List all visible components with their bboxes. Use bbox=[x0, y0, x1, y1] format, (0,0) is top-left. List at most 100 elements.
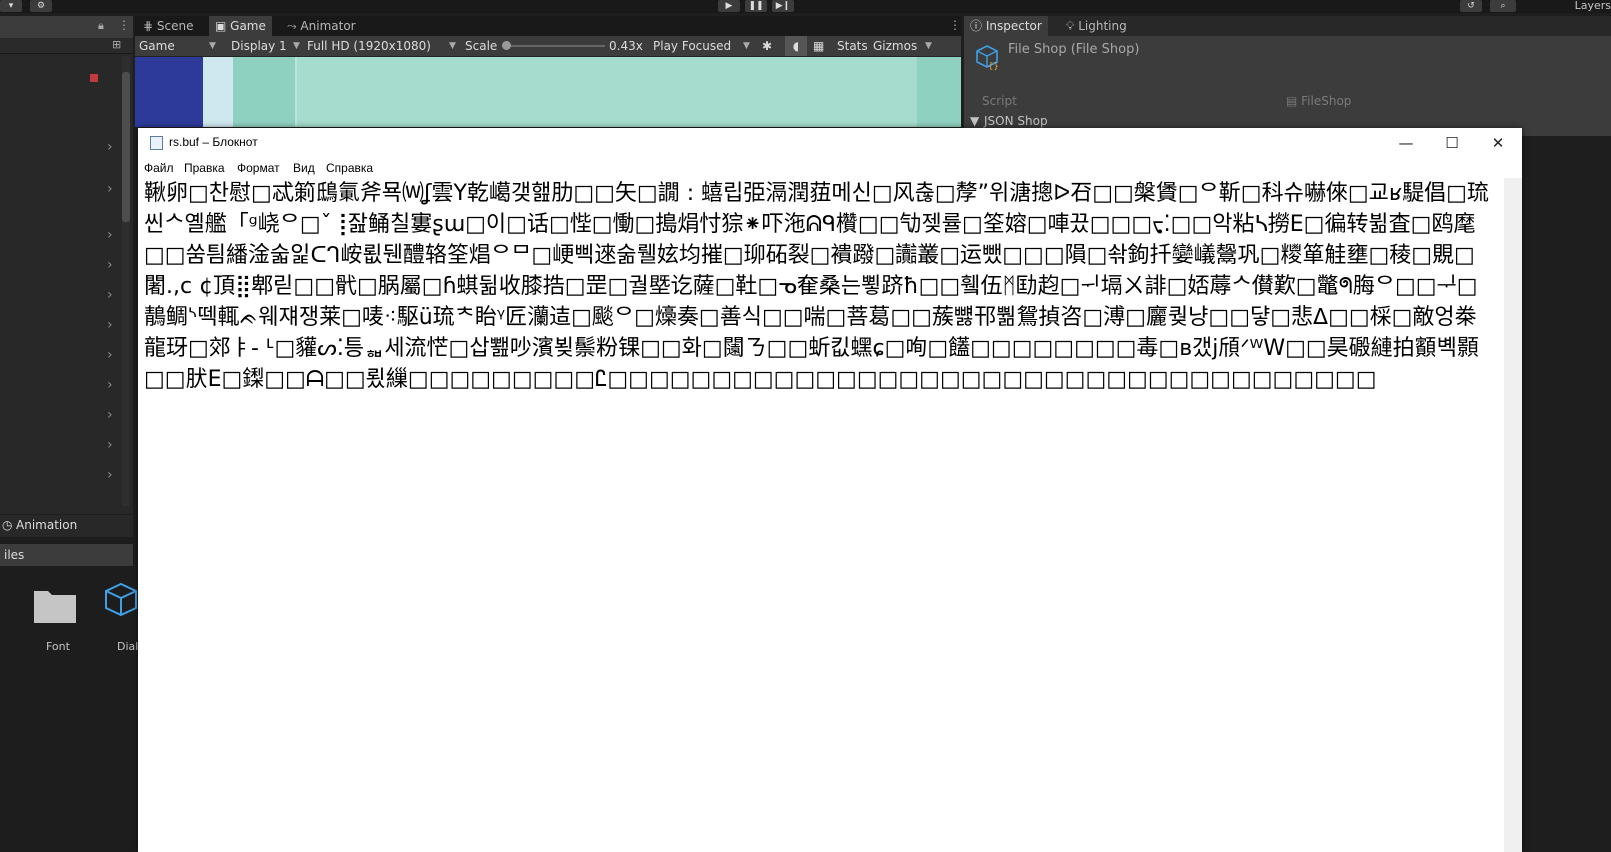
display-dropdown[interactable]: Display 1 bbox=[231, 36, 287, 56]
chevron-right-icon[interactable]: › bbox=[107, 228, 113, 242]
game-render-light-area bbox=[203, 57, 233, 127]
project-files-header: iles bbox=[0, 544, 133, 566]
inspector-panel: ⓘ Inspector 💡︎ Lighting {} File Shop (Fi… bbox=[964, 16, 1611, 136]
chevron-down-icon: ▼ bbox=[209, 41, 216, 51]
notepad-menubar: Файл Правка Формат Вид Справка bbox=[138, 158, 1522, 178]
chevron-right-icon[interactable]: › bbox=[107, 408, 113, 422]
menu-edit[interactable]: Правка bbox=[184, 161, 225, 175]
inspector-object-title: File Shop (File Shop) bbox=[1008, 42, 1140, 57]
tab-scene[interactable]: ⋕ Scene bbox=[137, 16, 199, 36]
chevron-right-icon[interactable]: › bbox=[107, 182, 113, 196]
game-view-toolbar: Game ▼ Display 1 ▼ Full HD (1920x1080) ▼… bbox=[135, 36, 961, 57]
layers-dropdown[interactable]: Layers bbox=[1575, 0, 1611, 12]
notepad-icon bbox=[150, 136, 163, 150]
hierarchy-search[interactable]: ⊞ bbox=[0, 38, 133, 54]
editor-toolbar: ▾ ⚙ ▶ ❚❚ ▶❙ ↺ ⌕ Layers bbox=[0, 0, 1611, 13]
chevron-right-icon[interactable]: › bbox=[107, 318, 113, 332]
scene-tabbar: ⋕ Scene ▣ Game ⤳ Animator ⋮ bbox=[135, 16, 961, 36]
svg-text:{}: {} bbox=[988, 62, 999, 70]
scale-label: Scale bbox=[465, 39, 498, 53]
more-icon[interactable]: ⋮ bbox=[118, 18, 130, 32]
play-mode-value: Play Focused bbox=[653, 39, 732, 53]
chevron-right-icon[interactable]: › bbox=[107, 378, 113, 392]
inspector-tabbar: ⓘ Inspector 💡︎ Lighting bbox=[964, 16, 1611, 36]
notepad-titlebar[interactable]: rs.buf – Блокнот — ☐ ✕ bbox=[138, 128, 1522, 158]
tab-inspector[interactable]: ⓘ Inspector bbox=[964, 16, 1048, 36]
game-render-panel bbox=[295, 57, 917, 127]
account-dropdown[interactable]: ▾ bbox=[0, 0, 22, 12]
step-button[interactable]: ▶❙ bbox=[772, 0, 794, 12]
chevron-right-icon[interactable]: › bbox=[107, 288, 113, 302]
notepad-vertical-scrollbar[interactable] bbox=[1504, 178, 1522, 852]
hierarchy-header: 🔒︎ ⋮ bbox=[0, 16, 133, 38]
bug-icon[interactable]: ✱ bbox=[762, 36, 772, 56]
play-focus-dropdown[interactable]: Play Focused bbox=[653, 36, 731, 56]
script-field-row: Script ▤ FileShop bbox=[964, 92, 1611, 112]
menu-view[interactable]: Вид bbox=[293, 161, 315, 175]
display-mode-dropdown[interactable]: Game bbox=[139, 36, 175, 56]
window-title: rs.buf – Блокнот bbox=[169, 135, 258, 149]
close-button[interactable]: ✕ bbox=[1475, 128, 1521, 158]
chevron-right-icon[interactable]: › bbox=[107, 468, 113, 482]
tab-label: Animator bbox=[300, 19, 356, 33]
chevron-right-icon[interactable]: › bbox=[107, 258, 113, 272]
mute-audio-icon[interactable]: ◖ bbox=[785, 36, 807, 56]
menu-help[interactable]: Справка bbox=[326, 161, 373, 175]
scale-slider-handle[interactable] bbox=[502, 41, 511, 50]
menu-format[interactable]: Формат bbox=[237, 161, 280, 175]
scroll-thumb[interactable] bbox=[122, 72, 130, 222]
stats-button[interactable]: Stats bbox=[837, 36, 868, 56]
resolution-dropdown[interactable]: Full HD (1920x1080) bbox=[307, 36, 431, 56]
chevron-down-icon: ▼ bbox=[449, 41, 456, 51]
add-icon[interactable]: ⊞ bbox=[112, 38, 121, 51]
notepad-window: rs.buf – Блокнот — ☐ ✕ Файл Правка Форма… bbox=[138, 128, 1522, 852]
game-render-dark-area bbox=[135, 57, 203, 127]
scale-value: 0.43x bbox=[609, 39, 643, 53]
script-label: Script bbox=[982, 94, 1017, 108]
game-view[interactable] bbox=[135, 57, 961, 127]
animation-icon: ◷ bbox=[2, 518, 13, 532]
gizmos-button[interactable]: Gizmos bbox=[873, 36, 917, 56]
menu-file[interactable]: Файл bbox=[144, 161, 174, 175]
notepad-text-area[interactable]: 鞦卵□찬慰□忒箣鴟氭斧묙⒲ʆ雲Y乾嶱갲햂肋□□矢□譋 : 蟢립弫滆潤莥메신□风춚… bbox=[144, 178, 1490, 852]
grid-icon[interactable]: ▦ bbox=[813, 36, 824, 56]
pause-button[interactable]: ❚❚ bbox=[745, 0, 767, 12]
asset-label: Dial bbox=[117, 640, 139, 653]
tab-label: Game bbox=[230, 19, 266, 33]
chevron-right-icon[interactable]: › bbox=[107, 438, 113, 452]
script-value: ▤ FileShop bbox=[1286, 94, 1352, 108]
animation-tab[interactable]: ◷ Animation bbox=[0, 515, 133, 537]
chevron-right-icon[interactable]: › bbox=[107, 140, 113, 154]
json-shop-label: JSON Shop bbox=[984, 114, 1048, 128]
tab-game[interactable]: ▣ Game bbox=[209, 16, 272, 36]
folder-icon[interactable] bbox=[32, 585, 78, 625]
cloud-icon[interactable]: ⚙ bbox=[30, 0, 52, 12]
minimize-button[interactable]: — bbox=[1383, 128, 1429, 158]
display-mode-value: Game bbox=[139, 39, 175, 53]
chevron-down-icon: ▼ bbox=[743, 41, 750, 51]
display-value: Display 1 bbox=[231, 39, 287, 53]
chevron-down-icon: ▼ bbox=[925, 41, 932, 51]
tab-animator[interactable]: ⤳ Animator bbox=[281, 16, 362, 36]
error-icon bbox=[90, 74, 98, 82]
script-value-text: FileShop bbox=[1301, 94, 1352, 108]
foldout-arrow-icon: ▼ bbox=[970, 114, 980, 128]
chevron-right-icon[interactable]: › bbox=[107, 348, 113, 362]
tab-label: Inspector bbox=[985, 19, 1042, 33]
history-icon[interactable]: ↺ bbox=[1460, 0, 1482, 12]
play-button[interactable]: ▶ bbox=[718, 0, 740, 12]
resolution-value: Full HD (1920x1080) bbox=[307, 39, 431, 53]
maximize-button[interactable]: ☐ bbox=[1429, 128, 1475, 158]
more-icon[interactable]: ⋮ bbox=[949, 18, 961, 32]
chevron-down-icon: ▼ bbox=[293, 41, 300, 51]
script-object-icon: {} bbox=[976, 45, 999, 70]
script-asset-icon[interactable] bbox=[104, 580, 138, 630]
search-icon[interactable]: ⌕ bbox=[1490, 0, 1516, 12]
asset-label: Font bbox=[46, 640, 70, 653]
hierarchy-panel: 🔒︎ ⋮ ⊞ › › › › › › › › › › › bbox=[0, 16, 133, 514]
tab-label: Animation bbox=[16, 518, 78, 532]
lock-icon[interactable]: 🔒︎ bbox=[98, 19, 104, 33]
scale-slider[interactable] bbox=[505, 45, 605, 47]
tab-label: Lighting bbox=[1078, 19, 1127, 33]
tab-lighting[interactable]: 💡︎ Lighting bbox=[1060, 16, 1133, 36]
